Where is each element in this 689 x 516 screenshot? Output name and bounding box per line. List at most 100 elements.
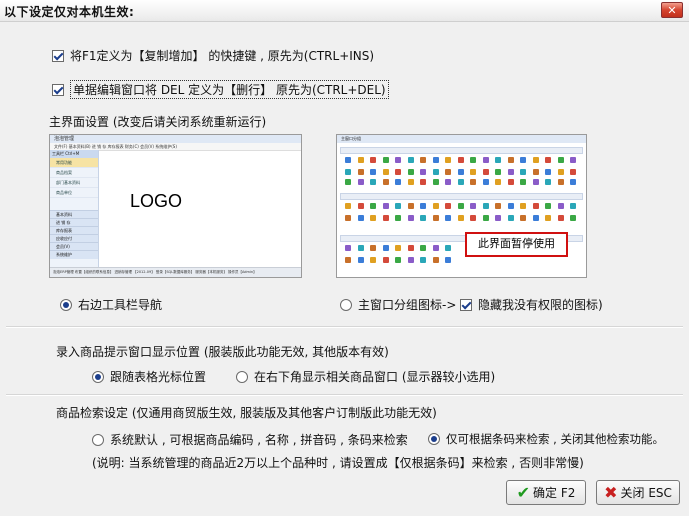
preview-app-icon [382,179,389,185]
preview-app-icon [420,179,426,185]
preview-app-icon [370,179,376,185]
preview-app-icon [520,157,526,163]
preview-app-icon [482,179,489,185]
preview-app-icon [395,245,401,251]
del-shortcut-checkbox[interactable] [52,83,64,96]
preview-app-icon [457,169,464,175]
preview-app-icon [382,257,389,263]
icon-group-option[interactable]: 主窗口分组图标-> [340,296,456,313]
preview-sidebar-group: 系统维护 [50,250,98,259]
preview-app-icon [532,203,539,209]
preview-app-icon [382,203,389,209]
product-search-heading: 商品检索设定 (仅通用商贸版生效, 服装版及其他客户订制版此功能无效) [56,406,437,420]
preview-app-icon [545,203,551,209]
preview-app-icon [382,169,389,175]
preview-status-bar: 泡泡ERP管理 布置【组织的联系信息】 进销存管理 【2012-09】 登录【S… [50,267,301,277]
preview-app-icon [420,257,426,263]
f1-shortcut-option[interactable]: 将F1定义为【复制增加】 的快捷键 , 原先为(CTRL+INS) [52,47,374,64]
preview-app-icon [370,245,376,251]
preview-app-icon [532,169,539,175]
preview-app-icon [445,179,451,185]
preview-app-icon [570,215,576,221]
system-default-radio[interactable] [92,433,104,446]
follow-cursor-radio[interactable] [92,370,104,383]
follow-cursor-option[interactable]: 跟随表格光标位置 [92,368,206,385]
bottom-right-radio[interactable] [236,370,248,383]
system-default-option[interactable]: 系统默认 , 可根据商品编码 , 名称 , 拼音码 , 条码来检索 [92,431,408,448]
del-shortcut-label: 单据编辑窗口将 DEL 定义为【删行】 原先为(CTRL+DEL) [70,80,389,99]
preview-app-icon [395,169,401,175]
barcode-only-radio[interactable] [428,433,440,445]
x-icon: ✖ [604,482,618,502]
preview-app-icon [370,157,376,163]
preview-app-icon [470,215,476,221]
preview-app-icon [357,157,364,163]
preview-app-icon [470,203,476,209]
hide-no-permission-checkbox[interactable] [460,298,472,311]
preview-app-icon [470,157,476,163]
preview-app-icon [445,157,451,163]
preview-sidebar-header: 工具栏 Ctrl+M [50,150,98,158]
preview-app-icon [557,215,564,221]
preview-app-icon [432,157,439,163]
close-icon: ✕ [667,4,677,17]
preview-app-icon [520,215,526,221]
preview-app-icon [532,179,539,185]
suspended-notice: 此界面暂停使用 [465,232,568,257]
preview-app-icon [407,245,414,251]
preview-app-icon [457,157,464,163]
preview-app-icon [395,257,401,263]
ok-button[interactable]: ✔ 确定 F2 [506,480,586,505]
preview-app-icon [395,215,401,221]
preview-app-icon [570,179,576,185]
del-shortcut-option[interactable]: 单据编辑窗口将 DEL 定义为【删行】 原先为(CTRL+DEL) [52,80,389,99]
preview-app-icon [432,169,439,175]
preview-app-icon [545,157,551,163]
icon-group-radio[interactable] [340,298,352,311]
toolbar-nav-radio[interactable] [60,298,72,311]
product-tip-heading: 录入商品提示窗口显示位置 (服装版此功能无效, 其他版本有效) [56,345,389,359]
cancel-button-label: 关闭 ESC [620,486,672,500]
close-button[interactable]: ✕ [661,2,683,18]
preview-app-icon [557,203,564,209]
preview-window-title: 泡泡管理 [50,135,301,143]
preview-app-icon [520,179,526,185]
toolbar-layout-preview: 泡泡管理 文件(F) 基本资料(B) 进 销 存 库存报表 财务(C) 会员(V… [49,134,302,278]
check-icon: ✔ [516,482,531,502]
preview-app-icon [557,157,564,163]
preview-app-icon [357,257,364,263]
preview-app-icon [532,157,539,163]
ok-button-label: 确定 F2 [533,486,576,500]
preview-app-icon [432,215,439,221]
preview-app-icon [457,179,464,185]
preview-app-icon [532,215,539,221]
preview-app-icon [420,245,426,251]
preview-app-icon [432,179,439,185]
divider [6,326,683,328]
preview-app-icon [557,179,564,185]
cancel-button[interactable]: ✖ 关闭 ESC [596,480,680,505]
preview-app-icon [345,245,351,251]
f1-shortcut-checkbox[interactable] [52,49,64,62]
f1-shortcut-label: 将F1定义为【复制增加】 的快捷键 , 原先为(CTRL+INS) [70,49,375,63]
preview-window-title: 主窗口分组 [337,135,586,143]
divider [6,394,683,396]
preview-app-icon [357,215,364,221]
preview-app-icon [432,257,439,263]
preview-app-icon [370,169,376,175]
preview-sidebar: 工具栏 Ctrl+M 常用功能 商品档案 部门基本资料 商品单位 基本资料 进 … [50,150,99,267]
preview-app-icon [407,203,414,209]
follow-cursor-label: 跟随表格光标位置 [110,370,207,384]
preview-group-strip [340,147,583,154]
main-ui-heading: 主界面设置 (改变后请关闭系统重新运行) [49,115,267,129]
preview-app-icon [507,215,514,221]
preview-app-icon [432,203,439,209]
hide-no-permission-option[interactable]: 隐藏我没有权限的图标) [460,296,603,313]
bottom-right-option[interactable]: 在右下角显示相关商品窗口 (显示器较小选用) [236,368,495,385]
preview-app-icon [370,257,376,263]
preview-app-icon [507,169,514,175]
preview-app-icon [370,203,376,209]
barcode-only-option[interactable]: 仅可根据条码来检索 , 关闭其他检索功能。 [428,431,664,447]
preview-app-icon [407,215,414,221]
toolbar-nav-option[interactable]: 右边工具栏导航 [60,296,162,313]
